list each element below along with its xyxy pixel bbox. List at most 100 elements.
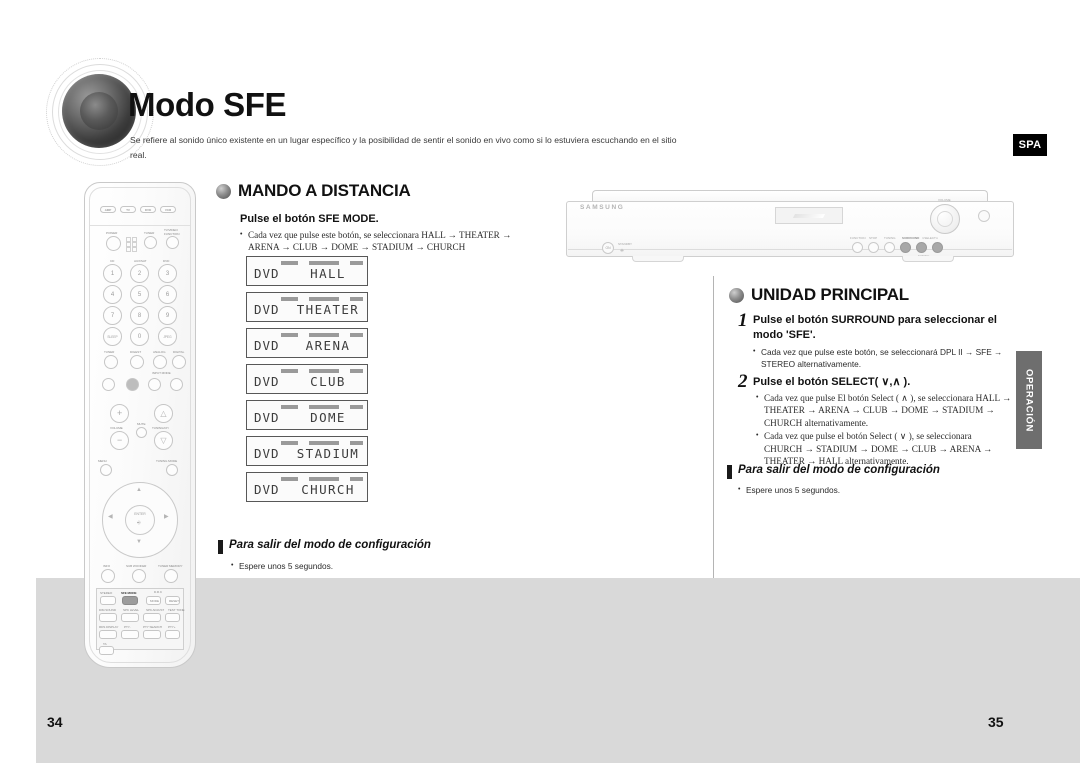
remote-stereo-label: STEREO <box>100 591 113 595</box>
remote-key-8: 8 <box>130 306 149 325</box>
remote-analog-label: ANALOG <box>153 350 166 354</box>
remote-key-0: 0 <box>130 327 149 346</box>
lcd-panel: DVD THEATER <box>246 292 368 322</box>
lcd-indicators <box>281 296 363 301</box>
remote-digital-button <box>172 355 186 369</box>
remote-spklevel-label: SPK LEVEL <box>123 608 139 612</box>
lcd-indicators <box>281 368 363 373</box>
remote-source-amp: AMP <box>100 206 116 213</box>
remote-nav-left-icon: ◀ <box>108 514 113 520</box>
lcd-mode: HALL <box>310 266 346 281</box>
manual-page-spread: Modo SFE Se refiere al sonido único exis… <box>0 0 1080 763</box>
remote-rdsdisplay-button <box>99 630 117 639</box>
lcd-source: DVD <box>254 338 280 353</box>
tick-marker-icon <box>727 465 732 479</box>
remote-minus-icon: − <box>117 435 123 445</box>
main-unit-tuning-button <box>884 242 895 253</box>
main-unit-select-down-button <box>916 242 927 253</box>
remote-spklevel-button <box>121 613 139 622</box>
lcd-source: DVD <box>254 302 280 317</box>
remote-power-label: POWER <box>106 231 118 235</box>
remote-step-title: Pulse el botón SFE MODE. <box>240 213 379 225</box>
lcd-source: DVD <box>254 410 280 425</box>
remote-enter-icon: ⎆ <box>137 520 142 526</box>
lcd-source: DVD <box>254 446 280 461</box>
remote-next-button <box>170 378 183 391</box>
remote-analog-button <box>153 355 167 369</box>
main-unit-volume-label: VOLUME <box>938 198 951 202</box>
remote-key-2: 2 <box>130 264 149 283</box>
remote-dimsound-button <box>99 613 117 622</box>
remote-key-jpeg: JPEG <box>158 327 177 346</box>
remote-plus-icon: + <box>117 408 123 418</box>
main-unit-select-up-button <box>932 242 943 253</box>
main-unit-function-button <box>852 242 863 253</box>
page-subtitle: Se refiere al sonido único existente en … <box>130 135 677 160</box>
list-item: Cada vez que pulse este botón, se selecc… <box>753 346 1013 371</box>
remote-input-mode-label: INPUT MODE <box>152 371 171 375</box>
lcd-mode: THEATER <box>296 302 360 317</box>
lcd-indicators <box>281 332 363 337</box>
remote-nav-up-icon: ▲ <box>136 487 142 493</box>
main-unit-tuning-label: TUNING <box>884 236 896 240</box>
remote-sfe-mode-button <box>122 596 138 605</box>
step-1-title: Pulse el botón SURROUND para seleccionar… <box>753 314 997 341</box>
remote-aux-label: AUX/SAT <box>134 259 147 263</box>
step-2-number: 2 <box>738 371 748 392</box>
main-unit-control-row <box>852 242 943 253</box>
remote-dimsound-label: DIM.SOUND <box>99 608 116 612</box>
remote-exit-heading-label: Para salir del modo de configuración <box>229 539 431 551</box>
remote-nav-down-icon: ▼ <box>136 539 142 545</box>
main-unit-exit-heading: Para salir del modo de configuración <box>727 464 940 479</box>
main-unit-brand: SAMSUNG <box>580 204 625 211</box>
lcd-indicators <box>281 440 363 445</box>
lcd-source: DVD <box>254 266 280 281</box>
remote-menu-label: MENU <box>98 459 107 463</box>
remote-info-label: INFO <box>103 564 111 568</box>
main-unit-exit-bullets: Espere unos 5 segundos. <box>738 483 988 497</box>
remote-tuner-button <box>144 236 157 249</box>
main-unit-standby-label: STANDBY <box>618 242 632 246</box>
lcd-panel-list: DVD HALL DVD THEATER DVD ARENA DVD CLUB … <box>246 256 368 508</box>
lcd-indicators <box>281 404 363 409</box>
list-item: Cada vez que pulse el botón Select ( ∨ )… <box>756 430 1012 467</box>
lcd-panel: DVD CLUB <box>246 364 368 394</box>
lcd-panel: DVD STADIUM <box>246 436 368 466</box>
remote-reset-label: RESET <box>169 599 179 603</box>
lcd-panel: DVD DOME <box>246 400 368 430</box>
lcd-source: DVD <box>254 482 280 497</box>
remote-ptyplus-button <box>165 630 180 639</box>
remote-digest-label: DIGEST <box>130 350 142 354</box>
remote-testtone-label: TEST TONE <box>168 608 185 612</box>
main-unit-display <box>775 207 843 224</box>
remote-mute-button <box>136 427 147 438</box>
lcd-mode: CHURCH <box>301 482 355 497</box>
remote-prev-button <box>102 378 115 391</box>
remote-section-heading: MANDO A DISTANCIA <box>216 181 411 201</box>
remote-key-3: 3 <box>158 264 177 283</box>
step-2-bullets: Cada vez que pulse El botón Select ( ∧ )… <box>756 391 1012 468</box>
main-unit-surround-button <box>900 242 911 253</box>
main-unit-foot-left <box>632 256 684 262</box>
step-2-title: Pulse el botón SELECT( ∨,∧ ). <box>753 376 911 388</box>
lcd-panel: DVD ARENA <box>246 328 368 358</box>
remote-subwoofer-label: SUB WOOFER <box>126 564 147 568</box>
language-badge: SPA <box>1013 134 1047 156</box>
list-item: Espere unos 5 segundos. <box>231 559 481 572</box>
step-1-number: 1 <box>738 310 748 331</box>
main-unit-section-heading-label: UNIDAD PRINCIPAL <box>751 285 909 304</box>
remote-cd-label: CD <box>110 259 115 263</box>
section-side-tab: OPERACIÓN <box>1016 351 1042 449</box>
page-number-left: 34 <box>47 714 63 730</box>
remote-ptyminus-button <box>121 630 139 639</box>
lcd-indicators <box>281 260 363 265</box>
remote-tuner2-button <box>104 355 118 369</box>
main-unit-foot-right <box>902 256 954 262</box>
remote-exit-bullets: Espere unos 5 segundos. <box>231 559 481 573</box>
remote-mode-label: MODE <box>150 599 159 603</box>
remote-ptyplus-label: PTY+ <box>168 625 176 629</box>
remote-tuning-mode-label: TUNING MODE <box>156 459 178 463</box>
remote-dvd-label: DVD <box>163 259 170 263</box>
remote-section-heading-label: MANDO A DISTANCIA <box>238 181 411 200</box>
remote-key-sleep: SLEEP <box>103 327 122 346</box>
